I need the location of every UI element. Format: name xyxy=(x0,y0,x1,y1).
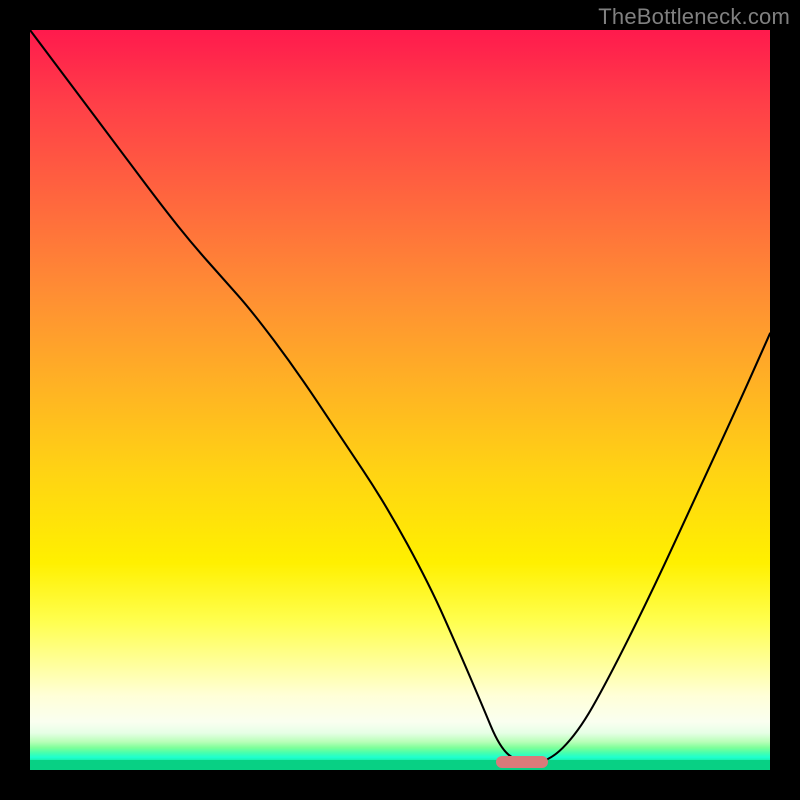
plot-area xyxy=(30,30,770,770)
curve-svg xyxy=(30,30,770,770)
watermark-text: TheBottleneck.com xyxy=(598,4,790,30)
chart-frame: TheBottleneck.com xyxy=(0,0,800,800)
bottleneck-curve-path xyxy=(30,30,770,763)
optimal-range-marker xyxy=(496,756,548,768)
